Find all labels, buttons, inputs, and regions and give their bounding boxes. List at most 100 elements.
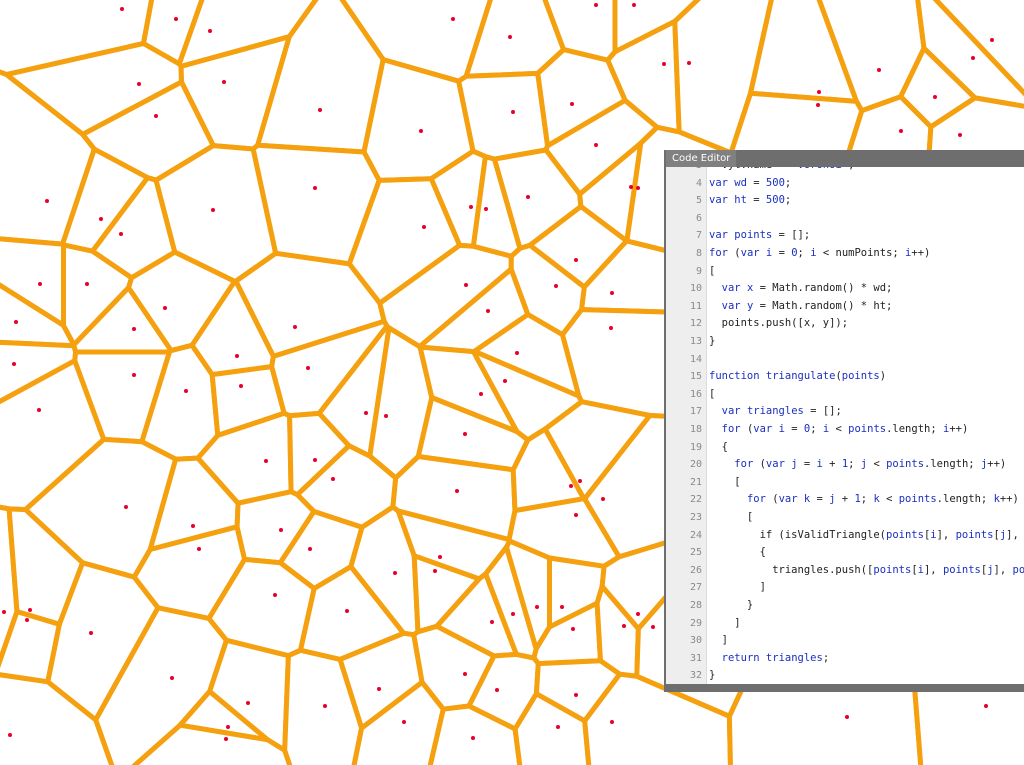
voronoi-site-point [560, 605, 564, 609]
code-token: ( [727, 247, 741, 259]
code-token: wd [734, 176, 747, 189]
line-number: 29 [689, 617, 702, 629]
code-token: = [810, 493, 830, 506]
code-token: = [784, 423, 804, 435]
voronoi-site-point [451, 17, 455, 21]
line-number: 17 [689, 406, 702, 418]
voronoi-site-point [933, 95, 937, 99]
code-editor-panel[interactable]: Code Editor 3 vyl.name = "voronoi"; 4 var … [664, 150, 1024, 692]
voronoi-site-point [469, 205, 473, 209]
code-token: ], [936, 528, 956, 541]
code-token: < [879, 493, 899, 506]
voronoi-site-point [170, 676, 174, 680]
code-token: "voronoi" [791, 167, 848, 171]
code-token: points [848, 423, 887, 435]
code-text: [ [709, 474, 741, 492]
code-token: .length; [886, 423, 943, 435]
editor-title-tab[interactable]: Code Editor [666, 150, 737, 167]
code-text: function triangulate(points) [709, 368, 886, 386]
code-token: [ [709, 511, 754, 523]
code-token: points [886, 458, 925, 471]
voronoi-site-point [402, 720, 406, 724]
voronoi-site-point [89, 631, 93, 635]
code-token: for [746, 493, 766, 506]
code-token: [ [709, 475, 741, 488]
code-token: ], [923, 563, 943, 576]
code-token: { [709, 440, 728, 453]
voronoi-site-point [495, 688, 499, 692]
voronoi-site-point [313, 458, 317, 462]
voronoi-site-point [191, 524, 195, 528]
voronoi-site-point [364, 411, 368, 415]
code-token: var [753, 423, 773, 435]
code-token: var [709, 176, 728, 189]
voronoi-site-point [239, 384, 243, 388]
code-token: ; [784, 176, 792, 189]
voronoi-site-point [569, 484, 573, 488]
line-number: 32 [689, 670, 702, 682]
line-number: 13 [689, 336, 702, 347]
line-number: 8 [695, 248, 702, 259]
voronoi-site-point [578, 479, 582, 483]
voronoi-site-point [38, 282, 42, 286]
code-text: var y = Math.random() * ht; [709, 298, 893, 316]
voronoi-site-point [455, 489, 459, 493]
code-token: { [709, 546, 766, 559]
code-text: { [709, 544, 766, 562]
voronoi-site-point [515, 351, 519, 355]
voronoi-site-point [132, 327, 136, 331]
voronoi-site-point [651, 625, 655, 629]
line-number: 5 [695, 195, 702, 207]
voronoi-site-point [273, 593, 277, 597]
voronoi-site-point [293, 325, 297, 329]
voronoi-site-point [246, 701, 250, 705]
code-token: var [765, 458, 785, 471]
editor-status-bar [666, 684, 1024, 692]
voronoi-site-point [464, 283, 468, 287]
voronoi-site-point [687, 61, 691, 65]
voronoi-site-point [235, 354, 239, 358]
code-area[interactable]: 3 vyl.name = "voronoi"; 4 var wd = 500; 5 va… [666, 167, 1024, 684]
code-token: points [873, 563, 912, 576]
code-token: ; [848, 458, 861, 471]
line-number: 19 [689, 441, 702, 453]
code-token: points [898, 493, 937, 506]
code-token: ] [709, 616, 741, 629]
voronoi-site-point [554, 284, 558, 288]
voronoi-site-point [279, 528, 283, 532]
voronoi-site-point [479, 392, 483, 396]
voronoi-site-point [433, 569, 437, 573]
line-number: 21 [689, 476, 702, 488]
code-token: .length; [936, 493, 994, 506]
voronoi-site-point [632, 3, 636, 7]
code-token: ], [1006, 528, 1024, 541]
code-token: ; [822, 651, 830, 664]
code-token: } [709, 669, 716, 682]
line-number: 3 [666, 167, 702, 175]
code-text: [ [709, 263, 715, 281]
code-token: = []; [772, 229, 811, 242]
code-text: [ [709, 509, 753, 527]
code-token: points [734, 229, 773, 242]
editor-title-bar[interactable]: Code Editor [666, 150, 1024, 167]
line-number: 25 [689, 547, 702, 559]
voronoi-site-point [132, 373, 136, 377]
code-token: var [721, 405, 741, 418]
code-text: for (var i = 0; i < points.length; i++) [709, 421, 969, 439]
voronoi-site-point [845, 715, 849, 719]
voronoi-site-point [120, 7, 124, 11]
code-token: triangles [746, 405, 804, 418]
code-text: [ [709, 386, 715, 404]
voronoi-site-point [318, 108, 322, 112]
code-token: var [778, 493, 798, 506]
code-token: < numPoints; [816, 247, 906, 259]
line-number: 9 [695, 265, 702, 277]
code-text: var triangles = []; [709, 403, 842, 421]
code-token: points [1012, 563, 1024, 576]
voronoi-site-point [526, 195, 530, 199]
code-text: return triangles; [709, 650, 830, 668]
voronoi-site-point [636, 612, 640, 616]
voronoi-site-point [2, 610, 6, 614]
